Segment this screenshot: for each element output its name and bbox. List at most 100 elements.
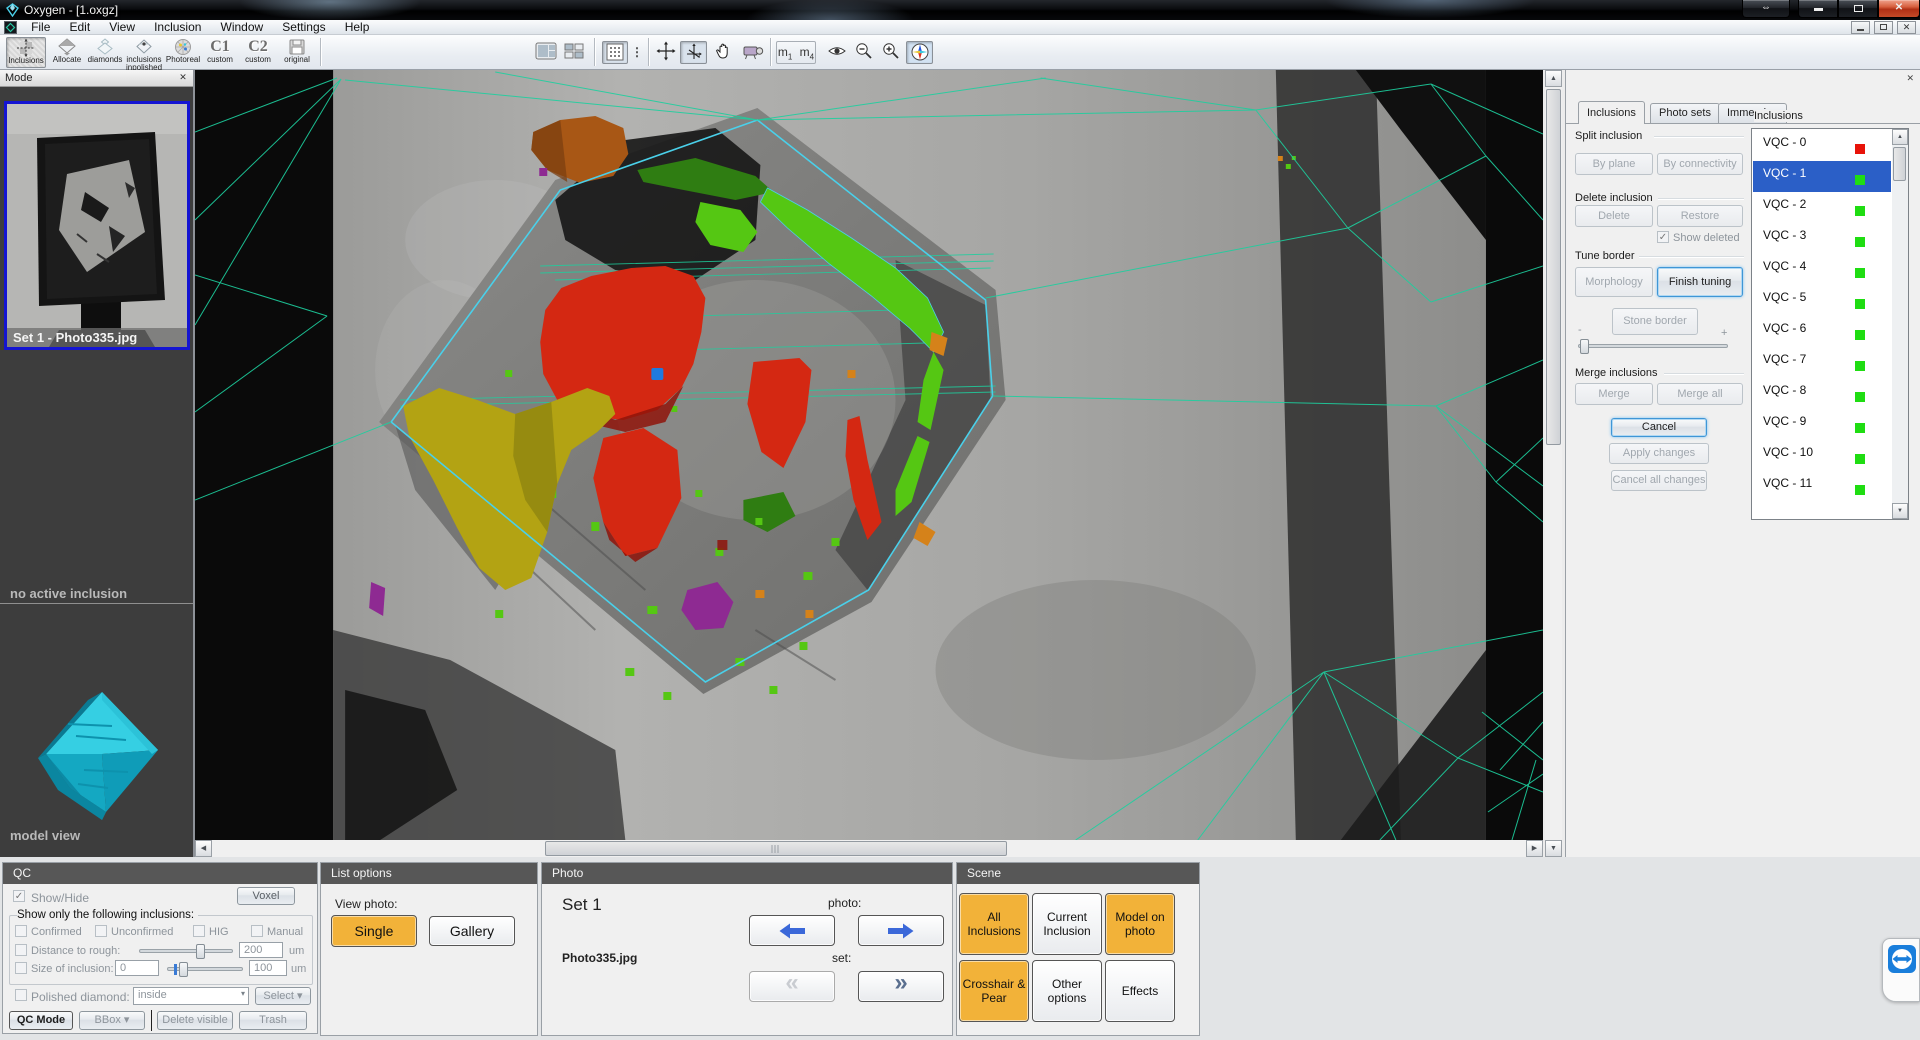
model-on-photo-toggle[interactable]: Model on photo: [1105, 893, 1175, 955]
mdi-restore-button[interactable]: [1873, 21, 1893, 34]
stone-border-slider[interactable]: [1578, 339, 1728, 354]
scroll-left-button[interactable]: ◀: [195, 840, 212, 857]
photo-thumbnail[interactable]: Set 1 - Photo335.jpg: [4, 101, 190, 350]
window-maximize-button[interactable]: [1838, 0, 1878, 18]
slider-thumb[interactable]: [1580, 339, 1589, 354]
inclusion-list-item[interactable]: VQC - 0: [1753, 130, 1891, 161]
toolbar-diamonds-button[interactable]: diamonds: [86, 37, 124, 68]
other-options-toggle[interactable]: Other options: [1032, 960, 1102, 1022]
inclusion-list-item[interactable]: VQC - 6: [1753, 316, 1891, 347]
toolbar-zoom-out-button[interactable]: [851, 41, 876, 64]
prev-photo-button[interactable]: [749, 915, 835, 946]
delete-button[interactable]: Delete: [1575, 205, 1653, 227]
menu-window[interactable]: Window: [213, 20, 272, 35]
cancel-button[interactable]: Cancel: [1611, 418, 1707, 437]
toolbar-c1-custom-button[interactable]: C1 custom: [202, 37, 238, 68]
scroll-right-button[interactable]: ▶: [1526, 840, 1543, 857]
morphology-button[interactable]: Morphology: [1575, 267, 1653, 297]
slider-thumb[interactable]: [196, 944, 205, 959]
delete-visible-button[interactable]: Delete visible: [157, 1011, 233, 1030]
select-dropdown-button[interactable]: Select ▾: [255, 987, 311, 1005]
menu-view[interactable]: View: [101, 20, 143, 35]
toolbar-m1-button[interactable]: m1: [778, 45, 792, 61]
window-titlebar[interactable]: Oxygen - [1.oxgz] ⇔ ✕: [0, 0, 1920, 20]
distance-value-field[interactable]: 200: [239, 942, 283, 958]
menu-edit[interactable]: Edit: [61, 20, 98, 35]
inclusion-list-item[interactable]: VQC - 5: [1753, 285, 1891, 316]
size-of-inclusion-checkbox[interactable]: [15, 962, 27, 974]
menu-help[interactable]: Help: [337, 20, 378, 35]
inclusion-list-item[interactable]: VQC - 3: [1753, 223, 1891, 254]
inclusion-list-item[interactable]: VQC - 11: [1753, 471, 1891, 502]
toolbar-photoreal-button[interactable]: Photoreal: [164, 37, 202, 68]
by-connectivity-button[interactable]: By connectivity: [1657, 153, 1743, 175]
toolbar-move-button[interactable]: [653, 41, 678, 64]
toolbar-more-dots-button[interactable]: ⋮: [630, 41, 644, 64]
toolbar-save-original-button[interactable]: original: [278, 37, 316, 68]
toolbar-m4-button[interactable]: m4: [800, 45, 814, 61]
size-max-field[interactable]: 100: [249, 960, 287, 976]
restore-button[interactable]: Restore: [1657, 205, 1743, 227]
manual-checkbox[interactable]: [251, 925, 263, 937]
mdi-minimize-button[interactable]: [1850, 21, 1870, 34]
toolbar-inclusions-button[interactable]: Inclusions: [6, 37, 46, 68]
stone-border-button[interactable]: Stone border: [1612, 308, 1698, 335]
menu-settings[interactable]: Settings: [274, 20, 333, 35]
show-deleted-checkbox[interactable]: ✓: [1657, 231, 1669, 243]
next-set-button[interactable]: »: [858, 969, 944, 1002]
inclusion-list-item[interactable]: VQC - 4: [1753, 254, 1891, 285]
inclusion-list-item[interactable]: VQC - 8: [1753, 378, 1891, 409]
single-view-button[interactable]: Single: [331, 915, 417, 947]
bbox-dropdown-button[interactable]: BBox ▾: [79, 1011, 145, 1030]
mdi-close-button[interactable]: ✕: [1897, 21, 1916, 34]
inclusion-list-item[interactable]: VQC - 9: [1753, 409, 1891, 440]
toolbar-inclusions-polished-button[interactable]: inclusions inpolished: [124, 37, 164, 72]
window-close-button[interactable]: ✕: [1878, 0, 1920, 18]
horizontal-scroll-thumb[interactable]: [545, 841, 1007, 856]
toolbar-layout2-button[interactable]: [561, 41, 587, 64]
toolbar-pan-axes-button[interactable]: [680, 41, 707, 64]
merge-all-button[interactable]: Merge all: [1657, 383, 1743, 405]
scroll-down-button[interactable]: ▼: [1545, 840, 1562, 857]
toolbar-c2-custom-button[interactable]: C2 custom: [240, 37, 276, 68]
tab-photo-sets[interactable]: Photo sets: [1650, 103, 1720, 123]
vertical-scroll-thumb[interactable]: [1546, 89, 1561, 445]
scene-viewport[interactable]: [194, 70, 1544, 841]
current-inclusion-toggle[interactable]: Current Inclusion: [1032, 893, 1102, 955]
cancel-all-changes-button[interactable]: Cancel all changes: [1611, 470, 1707, 491]
toolbar-layout1-button[interactable]: [533, 41, 559, 64]
tab-inclusions[interactable]: Inclusions: [1578, 101, 1645, 124]
window-drag-button[interactable]: ⇔: [1742, 0, 1790, 18]
toolbar-camera-button[interactable]: [739, 41, 766, 64]
list-scrollbar[interactable]: ▲ ▼: [1892, 129, 1908, 519]
show-hide-checkbox[interactable]: ✓: [13, 890, 25, 902]
inclusion-list-item[interactable]: VQC - 7: [1753, 347, 1891, 378]
scroll-up-button[interactable]: ▲: [1545, 70, 1562, 87]
toolbar-allocate-button[interactable]: Allocate: [48, 37, 86, 68]
inclusion-list-item[interactable]: VQC - 2: [1753, 192, 1891, 223]
unconfirmed-checkbox[interactable]: [95, 925, 107, 937]
hig-checkbox[interactable]: [193, 925, 205, 937]
scroll-down-button[interactable]: ▼: [1892, 503, 1908, 519]
inclusion-list-item[interactable]: VQC - 10: [1753, 440, 1891, 471]
menu-inclusion[interactable]: Inclusion: [146, 20, 209, 35]
size-min-field[interactable]: 0: [115, 960, 159, 976]
toolbar-pan-hand-button[interactable]: [711, 41, 736, 64]
crosshair-pear-toggle[interactable]: Crosshair & Pear: [959, 960, 1029, 1022]
list-scroll-thumb[interactable]: [1893, 147, 1906, 181]
confirmed-checkbox[interactable]: [15, 925, 27, 937]
by-plane-button[interactable]: By plane: [1575, 153, 1653, 175]
toolbar-voxel-grid-button[interactable]: [602, 41, 628, 64]
voxel-button[interactable]: Voxel: [237, 887, 295, 905]
distance-slider[interactable]: [139, 944, 233, 959]
remote-control-popup[interactable]: [1882, 938, 1920, 1002]
apply-changes-button[interactable]: Apply changes: [1609, 443, 1709, 464]
size-slider[interactable]: [167, 962, 243, 977]
next-photo-button[interactable]: [858, 915, 944, 946]
mode-panel-close-button[interactable]: ✕: [177, 72, 189, 84]
canvas-horizontal-scrollbar[interactable]: ◀ ▶: [195, 840, 1543, 857]
all-inclusions-toggle[interactable]: All Inclusions: [959, 893, 1029, 955]
model-view-thumbnail[interactable]: [18, 660, 178, 890]
menu-file[interactable]: File: [23, 20, 58, 35]
toolbar-zoom-in-button[interactable]: [878, 41, 903, 64]
